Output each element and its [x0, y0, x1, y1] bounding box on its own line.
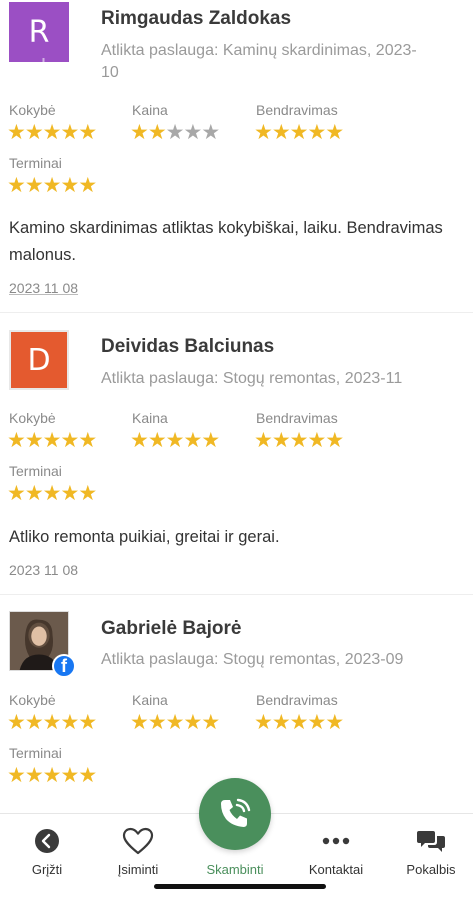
rating-label-price: Kaina	[132, 692, 168, 708]
star-filled-icon: ★	[201, 710, 220, 734]
star-filled-icon: ★	[254, 710, 273, 734]
heart-icon	[122, 827, 154, 855]
chat-bubbles-icon	[417, 831, 445, 852]
rating-label-quality: Kokybė	[9, 692, 56, 708]
star-filled-icon: ★	[130, 710, 149, 734]
rating-stars-price: ★★★★★	[130, 710, 220, 734]
more-dots-icon	[322, 837, 350, 845]
rating-stars-quality: ★★★★★	[7, 710, 97, 734]
rating-stars-communication: ★★★★★	[254, 710, 344, 734]
home-indicator	[154, 884, 326, 889]
star-filled-icon: ★	[24, 763, 44, 787]
star-filled-icon: ★	[60, 710, 79, 734]
star-filled-icon: ★	[78, 710, 97, 734]
star-filled-icon: ★	[307, 710, 326, 734]
star-filled-icon: ★	[147, 710, 167, 734]
star-filled-icon: ★	[183, 710, 202, 734]
service-info: Atlikta paslauga: Stogų remontas, 2023-0…	[101, 651, 404, 668]
star-filled-icon: ★	[24, 710, 44, 734]
star-filled-icon: ★	[165, 710, 185, 734]
star-filled-icon: ★	[325, 710, 344, 734]
facebook-icon: f	[52, 654, 76, 678]
nav-chat[interactable]: Pokalbis	[391, 824, 471, 877]
star-filled-icon: ★	[7, 763, 26, 787]
star-filled-icon: ★	[289, 710, 309, 734]
star-filled-icon: ★	[271, 710, 291, 734]
nav-save-label: Įsiminti	[117, 862, 159, 877]
call-button[interactable]	[199, 778, 271, 850]
star-filled-icon: ★	[7, 710, 26, 734]
phone-ringing-icon	[221, 798, 251, 827]
star-filled-icon: ★	[78, 763, 97, 787]
nav-contacts[interactable]: Kontaktai	[296, 824, 376, 877]
rating-label-deadline: Terminai	[9, 745, 62, 761]
reviewer-name: Gabrielė Bajorė	[101, 618, 242, 639]
star-filled-icon: ★	[42, 763, 62, 787]
nav-back[interactable]: Grįžti	[7, 824, 87, 877]
rating-stars-deadline: ★★★★★	[7, 763, 97, 787]
nav-contacts-label: Kontaktai	[308, 862, 364, 877]
back-icon	[35, 829, 59, 853]
nav-call-label: Skambinti	[206, 862, 264, 877]
star-filled-icon: ★	[60, 763, 79, 787]
star-filled-icon: ★	[42, 710, 62, 734]
nav-chat-label: Pokalbis	[406, 862, 456, 877]
nav-save[interactable]: Įsiminti	[98, 824, 178, 877]
review-card: f Gabrielė Bajorė Atlikta paslauga: Stog…	[0, 0, 473, 800]
nav-back-label: Grįžti	[31, 862, 63, 877]
rating-label-communication: Bendravimas	[256, 692, 338, 708]
